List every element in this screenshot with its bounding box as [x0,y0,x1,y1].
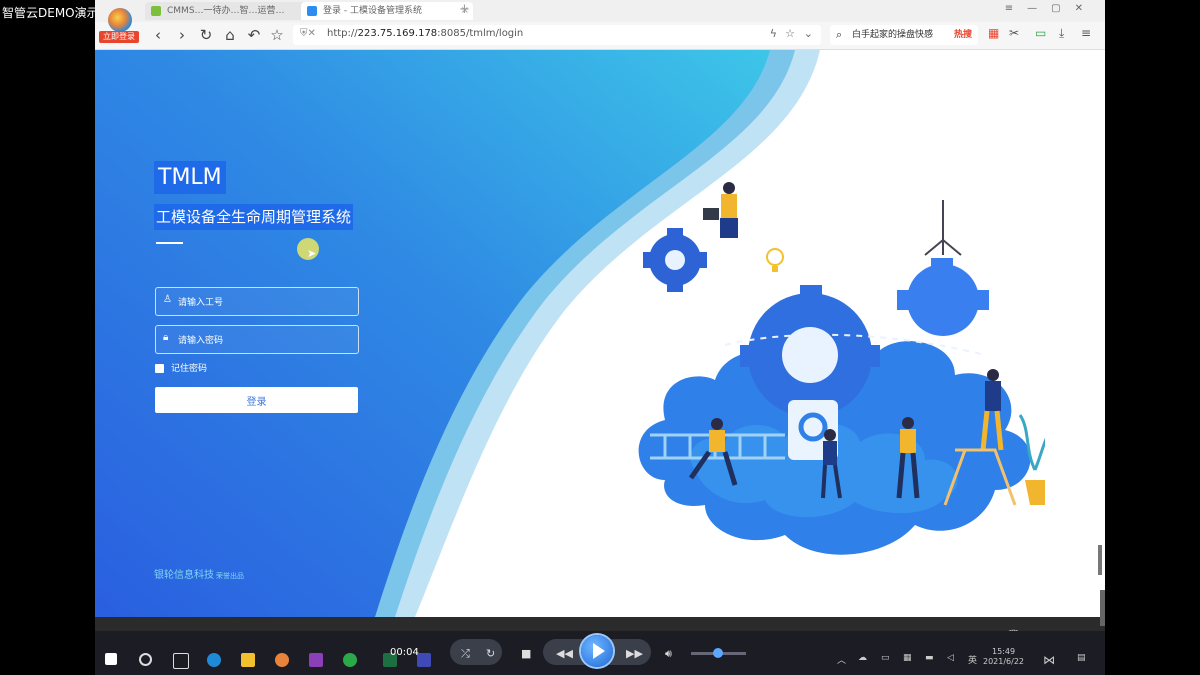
rewind-icon[interactable]: ◀◀ [556,647,573,660]
edge-icon[interactable] [207,653,221,667]
star-icon[interactable]: ☆ [268,26,286,44]
search-icon: ⌕ [836,28,843,41]
browser-tab[interactable]: CMMS…一待办…智…运营… × [145,2,315,20]
footer-brand[interactable]: 银轮信息科技 荣誉出品 [154,566,244,581]
login-page: TMLM 工模设备全生命周期管理系统 ➤ ♙ 🔒︎ 记住密码 登录 银轮信息科技… [95,50,1105,617]
mouse-cursor-icon: ➤ [307,247,317,260]
stop-icon[interactable]: ■ [521,647,531,660]
reload-icon[interactable]: ↻ [197,26,215,44]
lock-icon: 🔒︎ [163,332,169,343]
player-scrollbar[interactable] [1100,590,1105,626]
download-icon[interactable]: ⤓ [1059,26,1064,41]
security-icon: ⛨✕ [300,28,316,39]
title-divider [156,242,183,244]
display-icon[interactable]: ▭ [881,653,890,663]
app-full-title: 工模设备全生命周期管理系统 [154,204,354,230]
remember-label: 记住密码 [171,364,208,374]
username-input[interactable] [176,288,356,317]
speaker-icon[interactable]: ◁ [947,653,954,663]
url-text: http://223.75.169.178:8085/tmlm/login [327,28,524,39]
volume-icon[interactable]: 🔊︎ [665,647,672,661]
tab-favicon-icon [151,6,161,16]
back-icon[interactable]: ‹ [149,26,167,44]
browser-toolbar: 立即登录 ‹ › ↻ ⌂ ↶ ☆ ⛨✕ http://223.75.169.17… [95,8,1105,50]
clock-date: 2021/6/22 [983,657,1025,666]
shuffle-icon[interactable]: ⤮ [461,647,470,661]
browser-tab-strip: CMMS…一待办…智…运营… × 登录 - 工模设备管理系统 × + ≡—▢✕ [95,0,1105,22]
window-controls-icon[interactable]: ≡—▢✕ [1005,3,1097,14]
username-field[interactable]: ♙ [155,287,359,317]
volume-knob[interactable] [713,648,723,658]
cloud-icon[interactable]: ☁ [858,653,867,663]
forward-icon[interactable]: › [173,26,191,44]
fast-forward-icon[interactable]: ▶▶ [626,647,643,660]
wechat-icon[interactable] [343,653,357,667]
player-side-panel [1105,0,1200,675]
network-icon[interactable]: ▦ [903,653,912,663]
browser-icon[interactable] [275,653,289,667]
apps-icon[interactable]: ▦ [988,26,999,40]
badge-label: 立即登录 [99,31,139,43]
tab-favicon-icon [307,6,317,16]
clock-time: 15:49 [991,647,1016,656]
home-icon[interactable]: ⌂ [221,26,239,44]
remember-password[interactable]: 记住密码 [155,363,207,375]
login-button[interactable]: 登录 [155,387,358,413]
lightning-icon[interactable]: ϟ [770,27,777,40]
footer-company: 银轮信息科技 [154,570,214,581]
player-title: 智管云DEMO演示 [2,6,99,20]
playback-time: 00:04 [390,647,419,658]
tab-label: 登录 - 工模设备管理系统 [323,6,422,16]
password-input[interactable] [176,326,356,355]
tray-chevron-icon[interactable]: ︿ [837,653,846,666]
taskbar: 00:04 ⤮ ↻ ■ ◀◀ ▶▶ 🔊︎ ︿ ☁ ▭ ▦ ▬ ◁ 英 15:49… [95,631,1105,675]
address-bar[interactable]: ⛨✕ http://223.75.169.178:8085/tmlm/login… [293,25,821,45]
task-view-icon[interactable] [173,653,189,669]
media-progress-strip[interactable] [95,617,1105,631]
user-icon: ♙ [163,294,172,305]
page-scrollbar[interactable] [1098,545,1102,575]
browser-tab-active[interactable]: 登录 - 工模设备管理系统 × [301,2,473,20]
search-box[interactable]: ⌕ 白手起家的操盘快感 热搜 [830,25,978,45]
menu-icon[interactable]: ≡ [1081,26,1091,40]
app-short-title: TMLM [154,161,226,194]
system-clock[interactable]: 15:49 2021/6/22 [983,647,1024,667]
footer-suffix: 荣誉出品 [216,572,244,580]
battery-icon[interactable]: ▭ [1035,26,1046,40]
tab-label: CMMS…一待办…智…运营… [167,6,285,16]
ime-indicator[interactable]: 英 [968,653,977,666]
notification-icon[interactable]: ▤ [1077,653,1086,663]
battery-icon[interactable]: ▬ [925,653,934,663]
repeat-icon[interactable]: ↻ [486,647,495,660]
teamwork-illustration [638,182,1045,555]
browser-logo-icon [108,8,132,32]
folder-icon[interactable] [241,653,255,667]
search-icon[interactable] [139,653,152,666]
hot-badge: 热搜 [953,30,972,40]
browser-logo-badge[interactable]: 立即登录 [99,8,139,46]
windows-start-icon[interactable] [105,653,117,665]
recorded-screen: CMMS…一待办…智…运营… × 登录 - 工模设备管理系统 × + ≡—▢✕ … [95,0,1105,675]
app-icon[interactable] [309,653,323,667]
chevron-down-icon[interactable]: ⌄ [804,27,813,40]
remember-checkbox[interactable] [155,364,164,373]
teams-icon[interactable] [417,653,431,667]
play-button[interactable] [581,635,613,667]
player-logo-icon: ⋈ [1043,653,1055,667]
favorite-icon[interactable]: ☆ [785,27,795,40]
scissors-icon[interactable]: ✂ [1009,26,1019,40]
undo-icon[interactable]: ↶ [245,26,263,44]
search-text: 白手起家的操盘快感 [852,30,934,40]
new-tab-icon[interactable]: + [459,2,470,17]
password-field[interactable]: 🔒︎ [155,325,359,355]
